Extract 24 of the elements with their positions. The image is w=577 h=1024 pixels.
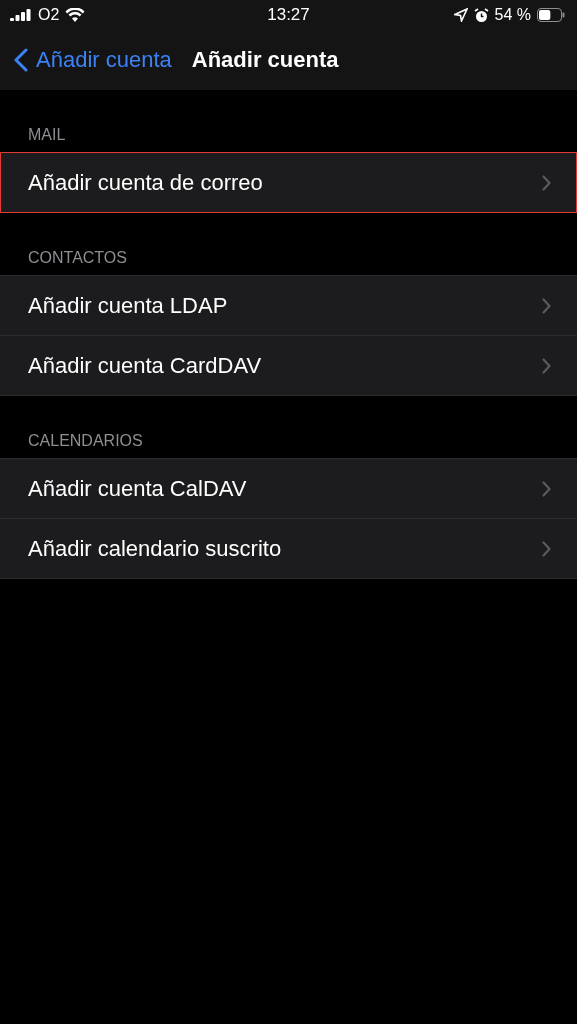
list-row[interactable]: Añadir cuenta de correo	[0, 152, 577, 213]
list-row[interactable]: Añadir calendario suscrito	[0, 518, 577, 579]
section-header: MAIL	[27, 126, 67, 145]
wifi-icon	[65, 8, 86, 22]
chevron-right-icon	[542, 540, 551, 557]
back-chevron-icon	[14, 48, 28, 72]
signal-icon	[10, 9, 32, 21]
carrier-name: O2	[38, 6, 60, 24]
page-title: Añadir cuenta	[191, 47, 339, 73]
chevron-right-icon	[542, 480, 551, 497]
battery-percent: 54 %	[494, 6, 531, 24]
list-row[interactable]: Añadir cuenta CalDAV	[0, 458, 577, 519]
chevron-right-icon	[542, 297, 551, 314]
chevron-right-icon	[542, 357, 551, 374]
location-arrow-icon	[453, 8, 468, 22]
battery-icon	[537, 8, 565, 22]
alarm-clock-icon	[473, 7, 489, 23]
list-row[interactable]: Añadir cuenta CardDAV	[0, 335, 577, 396]
back-button[interactable]: Añadir cuenta	[14, 47, 172, 73]
section-header: CONTACTOS	[27, 249, 128, 268]
status-time: 13:27	[267, 5, 310, 25]
chevron-right-icon	[542, 174, 551, 191]
list-row[interactable]: Añadir cuenta LDAP	[0, 275, 577, 336]
section-header: CALENDARIOS	[27, 432, 144, 451]
